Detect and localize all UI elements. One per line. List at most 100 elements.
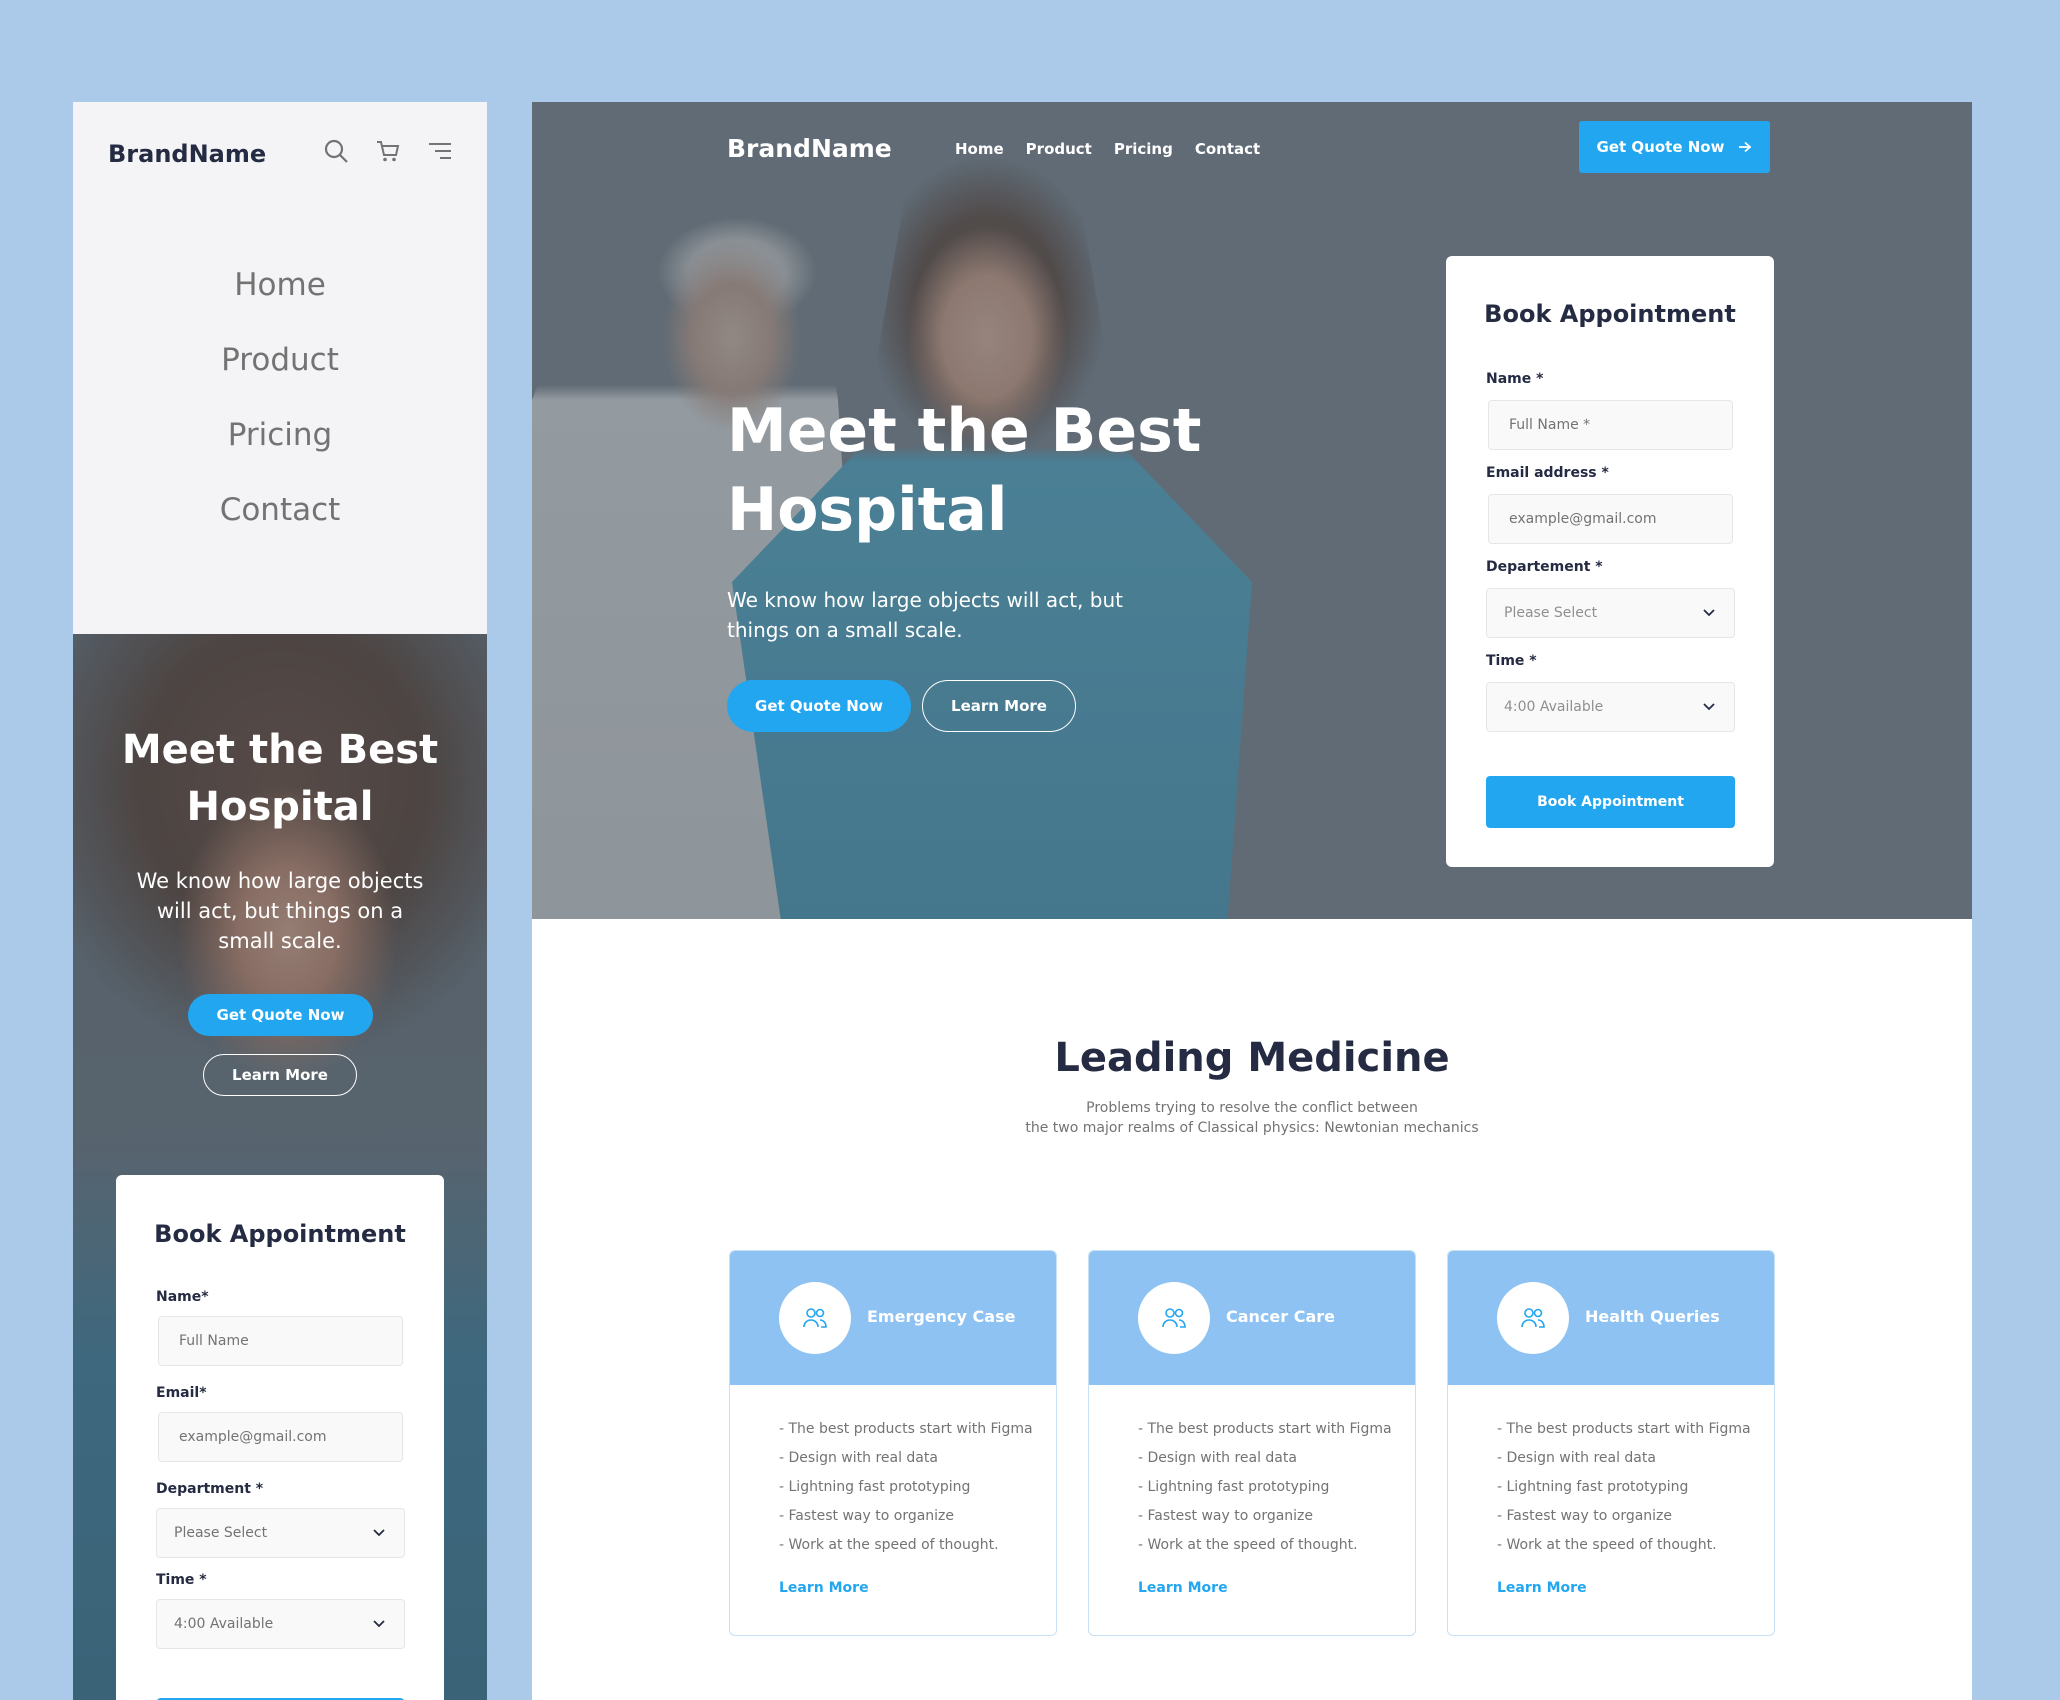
section-title: Leading Medicine bbox=[1054, 1035, 1450, 1081]
learn-more-button[interactable]: Learn More bbox=[922, 680, 1076, 732]
time-value: 4:00 Available bbox=[174, 1616, 274, 1632]
mobile-nav-home[interactable]: Home bbox=[73, 267, 487, 342]
header-get-quote-label: Get Quote Now bbox=[1596, 138, 1725, 156]
list-item: - Lightning fast prototyping bbox=[1497, 1479, 1689, 1495]
list-item: - The best products start with Figma bbox=[1497, 1421, 1751, 1437]
list-item: - Fastest way to organize bbox=[1138, 1508, 1314, 1524]
mobile-hero-title: Meet the Best Hospital bbox=[121, 727, 439, 830]
list-item: - The best products start with Figma bbox=[1138, 1421, 1392, 1437]
mobile-nav-product[interactable]: Product bbox=[73, 342, 487, 417]
department-label: Departement * bbox=[1486, 559, 1603, 575]
nav-pricing[interactable]: Pricing bbox=[1114, 140, 1173, 158]
search-icon[interactable] bbox=[323, 138, 349, 164]
time-label: Time * bbox=[156, 1572, 207, 1588]
users-icon bbox=[1521, 1308, 1545, 1328]
get-quote-button[interactable]: Get Quote Now bbox=[727, 680, 911, 732]
form-title: Book Appointment bbox=[154, 1220, 406, 1248]
mobile-nav: Home Product Pricing Contact bbox=[73, 267, 487, 567]
department-value: Please Select bbox=[1504, 605, 1598, 621]
service-icon-badge bbox=[1138, 1282, 1210, 1354]
department-select[interactable]: Please Select bbox=[156, 1508, 405, 1558]
list-item: - Design with real data bbox=[1497, 1450, 1656, 1466]
nav-home[interactable]: Home bbox=[955, 140, 1004, 158]
brand-logo[interactable]: BrandName bbox=[727, 134, 892, 163]
email-field[interactable]: example@gmail.com bbox=[1488, 494, 1733, 544]
mobile-hero-text: We know how large objects will act, but … bbox=[136, 869, 424, 953]
mobile-preview: BrandName Home Product Pricing Contact M… bbox=[73, 102, 487, 1700]
email-label: Email address * bbox=[1486, 465, 1609, 481]
users-icon bbox=[803, 1308, 827, 1328]
department-value: Please Select bbox=[174, 1525, 268, 1541]
department-select[interactable]: Please Select bbox=[1486, 588, 1735, 638]
time-select[interactable]: 4:00 Available bbox=[1486, 682, 1735, 732]
list-item: - Design with real data bbox=[779, 1450, 938, 1466]
service-name: Cancer Care bbox=[1226, 1307, 1336, 1326]
desktop-preview: BrandName Home Product Pricing Contact G… bbox=[532, 102, 1972, 1700]
department-label: Department * bbox=[156, 1481, 264, 1497]
hero-title: Meet the Best Hospital bbox=[727, 396, 1202, 545]
time-select[interactable]: 4:00 Available bbox=[156, 1599, 405, 1649]
form-title: Book Appointment bbox=[1484, 300, 1736, 328]
service-card-header: Cancer Care bbox=[1089, 1251, 1415, 1385]
nav-contact[interactable]: Contact bbox=[1195, 140, 1260, 158]
section-subtitle-line: Problems trying to resolve the conflict … bbox=[1086, 1100, 1418, 1116]
list-item: - Lightning fast prototyping bbox=[1138, 1479, 1330, 1495]
chevron-down-icon bbox=[373, 1620, 385, 1628]
name-field[interactable]: Full Name * bbox=[1488, 400, 1733, 450]
email-field[interactable]: example@gmail.com bbox=[158, 1412, 403, 1462]
time-value: 4:00 Available bbox=[1504, 699, 1604, 715]
service-card-header: Emergency Case bbox=[730, 1251, 1056, 1385]
book-appointment-button[interactable]: Book Appointment bbox=[1486, 776, 1735, 828]
service-name: Emergency Case bbox=[867, 1307, 1016, 1326]
time-label: Time * bbox=[1486, 653, 1537, 669]
list-item: - Fastest way to organize bbox=[1497, 1508, 1673, 1524]
service-card-emergency: Emergency Case - The best products start… bbox=[729, 1250, 1057, 1636]
mobile-appointment-form: Book Appointment Name* Full Name Email* … bbox=[116, 1175, 444, 1700]
service-card-header: Health Queries bbox=[1448, 1251, 1774, 1385]
chevron-down-icon bbox=[1703, 609, 1715, 617]
service-name: Health Queries bbox=[1585, 1307, 1720, 1326]
mobile-header-icons bbox=[323, 138, 453, 164]
menu-icon[interactable] bbox=[427, 138, 453, 164]
service-learn-more-link[interactable]: Learn More bbox=[1497, 1580, 1587, 1596]
email-label: Email* bbox=[156, 1385, 207, 1401]
chevron-down-icon bbox=[1703, 703, 1715, 711]
service-features: - The best products start with Figma - D… bbox=[779, 1417, 1039, 1562]
name-label: Name * bbox=[1486, 371, 1544, 387]
service-learn-more-link[interactable]: Learn More bbox=[779, 1580, 869, 1596]
desktop-hero: BrandName Home Product Pricing Contact G… bbox=[532, 102, 1972, 919]
list-item: - Design with real data bbox=[1138, 1450, 1297, 1466]
list-item: - Lightning fast prototyping bbox=[779, 1479, 971, 1495]
desktop-nav: Home Product Pricing Contact bbox=[955, 140, 1260, 158]
brand-logo[interactable]: BrandName bbox=[108, 140, 266, 168]
name-field[interactable]: Full Name bbox=[158, 1316, 403, 1366]
service-features: - The best products start with Figma - D… bbox=[1138, 1417, 1398, 1562]
service-features: - The best products start with Figma - D… bbox=[1497, 1417, 1757, 1562]
section-subtitle: Problems trying to resolve the conflict … bbox=[952, 1098, 1552, 1138]
list-item: - Work at the speed of thought. bbox=[1138, 1537, 1358, 1553]
users-icon bbox=[1162, 1308, 1186, 1328]
get-quote-button[interactable]: Get Quote Now bbox=[188, 994, 373, 1036]
learn-more-button[interactable]: Learn More bbox=[203, 1054, 357, 1096]
mobile-nav-contact[interactable]: Contact bbox=[73, 492, 487, 567]
service-icon-badge bbox=[779, 1282, 851, 1354]
chevron-down-icon bbox=[373, 1529, 385, 1537]
nav-product[interactable]: Product bbox=[1026, 140, 1092, 158]
hero-text: We know how large objects will act, but … bbox=[727, 588, 1123, 642]
service-card-health-queries: Health Queries - The best products start… bbox=[1447, 1250, 1775, 1636]
appointment-form: Book Appointment Name * Full Name * Emai… bbox=[1446, 256, 1774, 867]
service-card-cancer: Cancer Care - The best products start wi… bbox=[1088, 1250, 1416, 1636]
list-item: - Work at the speed of thought. bbox=[779, 1537, 999, 1553]
header-get-quote-button[interactable]: Get Quote Now bbox=[1579, 121, 1770, 173]
name-label: Name* bbox=[156, 1289, 209, 1305]
service-icon-badge bbox=[1497, 1282, 1569, 1354]
mobile-nav-pricing[interactable]: Pricing bbox=[73, 417, 487, 492]
list-item: - The best products start with Figma bbox=[779, 1421, 1033, 1437]
arrow-right-icon bbox=[1739, 141, 1752, 153]
section-subtitle-line: the two major realms of Classical physic… bbox=[1025, 1120, 1479, 1136]
service-learn-more-link[interactable]: Learn More bbox=[1138, 1580, 1228, 1596]
cart-icon[interactable] bbox=[375, 138, 401, 164]
list-item: - Work at the speed of thought. bbox=[1497, 1537, 1717, 1553]
list-item: - Fastest way to organize bbox=[779, 1508, 955, 1524]
mobile-header: BrandName Home Product Pricing Contact bbox=[73, 102, 487, 634]
